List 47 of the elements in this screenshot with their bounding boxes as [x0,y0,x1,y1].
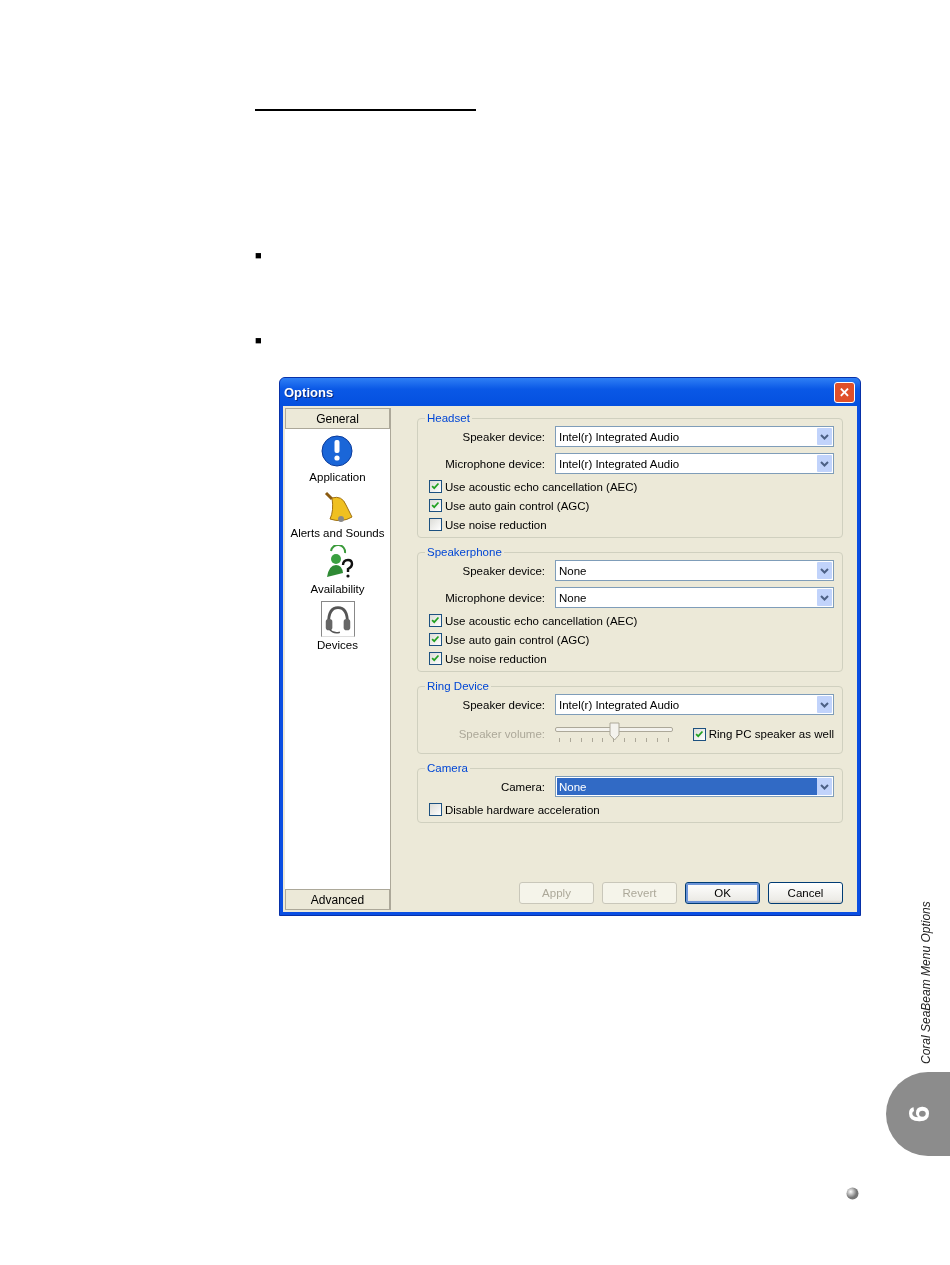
sidebar-item[interactable]: Devices [317,601,358,651]
dialog-button[interactable]: OK [685,882,760,904]
sidebar-item[interactable]: Alerts and Sounds [290,489,385,539]
field-label: Camera: [499,780,545,793]
headset-icon [320,601,355,637]
checkbox-icon[interactable] [429,614,442,627]
group-title: Headset [426,412,471,424]
checkbox[interactable]: Use auto gain control (AGC) [429,633,834,646]
checkbox[interactable]: Disable hardware acceleration [429,803,834,816]
checkbox[interactable]: Use auto gain control (AGC) [429,499,834,512]
category-button[interactable]: Advanced [285,889,390,910]
group-title: Speakerphone [426,546,503,558]
dropdown[interactable]: None [555,776,834,797]
checkbox-icon[interactable] [429,480,442,493]
checkbox[interactable]: Use noise reduction [429,652,834,665]
checkbox-icon[interactable] [429,633,442,646]
field-label: Microphone device: [444,457,545,470]
dropdown[interactable]: Intel(r) Integrated Audio [555,426,834,447]
category-button[interactable]: General [285,408,390,429]
sidebar-item[interactable]: Application [309,433,366,483]
window-title: Options [284,384,334,400]
dropdown[interactable]: None [555,587,834,608]
checkbox-icon[interactable] [429,652,442,665]
field-label: Speaker device: [461,430,545,443]
chapter-title: Coral SeaBeam Menu Options [919,900,933,1064]
checkbox[interactable]: Use noise reduction [429,518,834,531]
sidebar-item[interactable]: Availability [310,545,365,595]
close-button[interactable]: ✕ [834,381,855,403]
field-label: Microphone device: [444,591,545,604]
bullet: ■ [255,333,263,348]
dropdown[interactable]: Intel(r) Integrated Audio [555,694,834,715]
group-title: Camera [426,762,469,774]
field-label: Speaker device: [461,698,545,711]
checkbox[interactable]: Use acoustic echo cancellation (AEC) [429,480,834,493]
bullet: ■ [255,248,263,263]
checkbox-icon[interactable] [429,499,442,512]
checkbox-icon[interactable] [429,803,442,816]
group-title: Ring Device [426,680,490,692]
checkbox[interactable]: Use acoustic echo cancellation (AEC) [429,614,834,627]
dropdown[interactable]: None [555,560,834,581]
field-label: Speaker device: [461,564,545,577]
checkbox-icon[interactable] [429,518,442,531]
dropdown[interactable]: Intel(r) Integrated Audio [555,453,834,474]
slider-label: Speaker volume: [457,728,545,740]
dialog-button[interactable]: Cancel [768,882,843,904]
info-icon [320,433,355,469]
sphere-icon [846,1187,859,1200]
